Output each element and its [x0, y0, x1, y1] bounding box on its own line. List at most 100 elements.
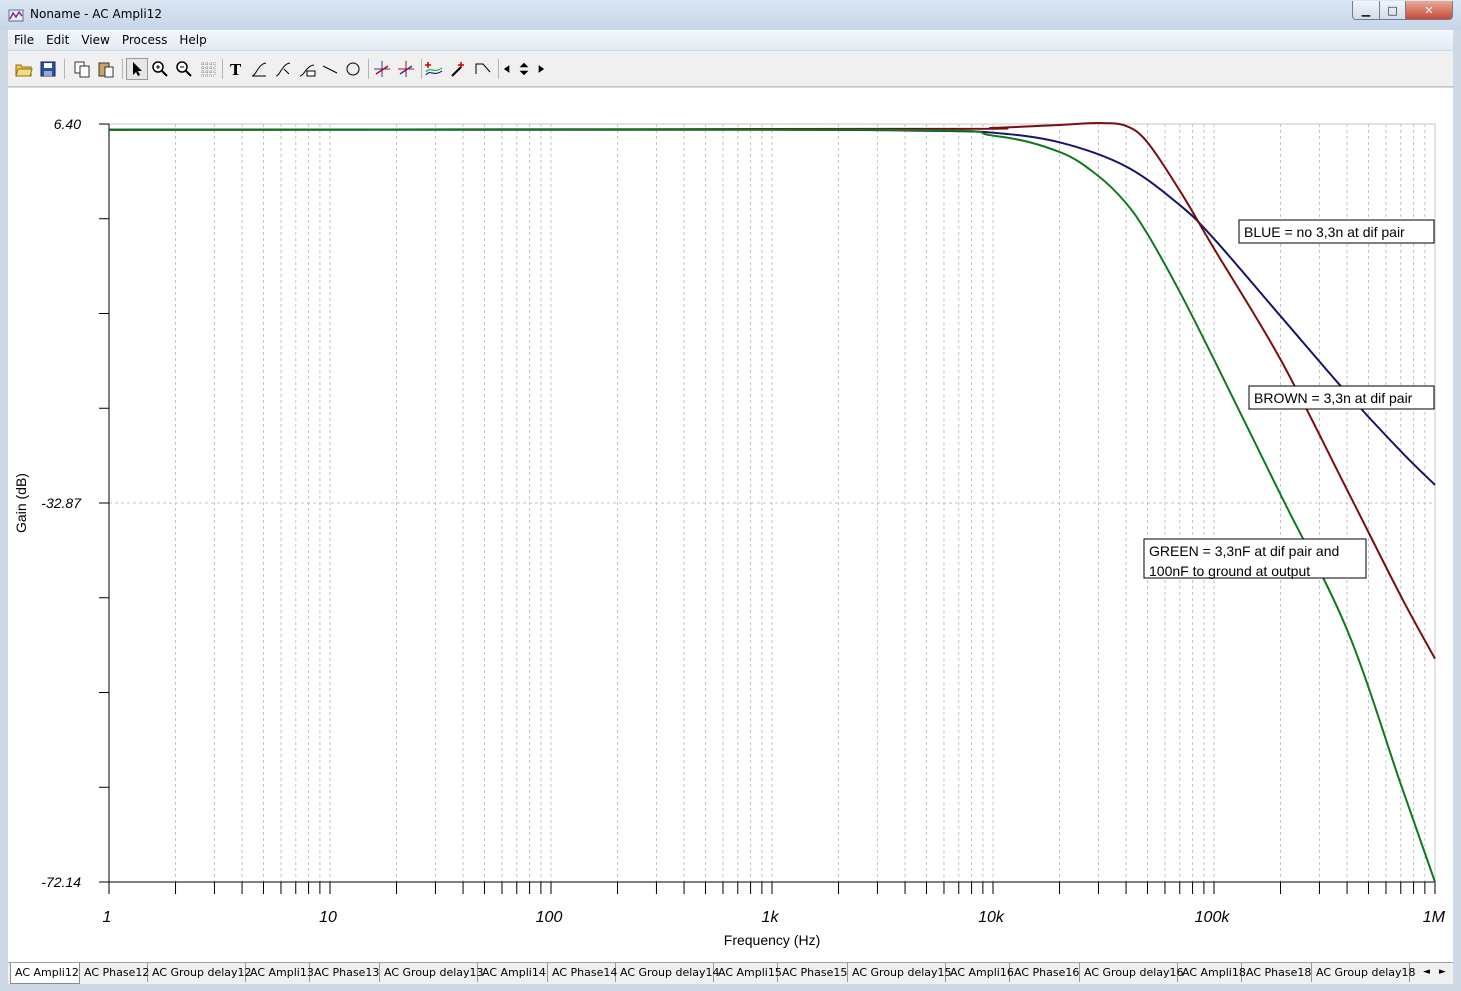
- y-axis-label: Gain (dB): [13, 473, 29, 533]
- cursor-b-button[interactable]: [395, 58, 417, 80]
- title-bar: Noname - AC Ampli12 ▁ □ ✕: [0, 0, 1461, 30]
- x-axis-label: Frequency (Hz): [724, 932, 820, 948]
- sheet-tab[interactable]: AC Ampli12: [10, 963, 80, 984]
- x-tick-label: 100k: [1195, 909, 1231, 926]
- sheet-tab[interactable]: AC Phase13: [310, 963, 380, 982]
- prev-button[interactable]: [500, 58, 514, 80]
- zoom-in-icon: [152, 61, 168, 77]
- paste-button[interactable]: [95, 58, 117, 80]
- curve-label-icon: [275, 62, 291, 77]
- sheet-tab[interactable]: AC Ampli15: [714, 963, 782, 982]
- select-button[interactable]: [126, 58, 148, 80]
- sheet-tab[interactable]: AC Ampli14: [478, 963, 548, 982]
- x-tick-label: 10: [319, 909, 337, 926]
- ellipse-tool-button[interactable]: [342, 58, 364, 80]
- sheet-tab-bar: AC Ampli12 AC Phase12 AC Group delay12 AC A…: [8, 962, 1453, 984]
- ellipse-tool-icon: [346, 62, 360, 76]
- text-tool-button[interactable]: T: [225, 58, 247, 80]
- up-down-icon: [519, 62, 529, 76]
- up-down-button[interactable]: [516, 58, 532, 80]
- curve-tool-icon: [251, 62, 267, 77]
- sheet-tab[interactable]: AC Group delay15: [848, 963, 952, 982]
- grid-button[interactable]: [197, 58, 219, 80]
- cursor-a-button[interactable]: [371, 58, 393, 80]
- annotation-text: GREEN = 3,3nF at dif pair and: [1149, 543, 1339, 559]
- maximize-icon: □: [1387, 3, 1398, 17]
- annotation-box: GREEN = 3,3nF at dif pair and 100nF to g…: [1143, 538, 1367, 579]
- sheet-tab[interactable]: AC Ampli13: [246, 963, 314, 982]
- copy-button[interactable]: [71, 58, 93, 80]
- sheet-tab[interactable]: AC Group delay13: [380, 963, 484, 982]
- zoom-in-button[interactable]: [149, 58, 171, 80]
- x-tick-label: 100: [536, 909, 563, 926]
- sheet-tab[interactable]: AC Phase15: [778, 963, 848, 982]
- select-arrow-icon: [133, 62, 142, 76]
- menu-view[interactable]: View: [75, 33, 115, 47]
- sheet-tab[interactable]: AC Phase18: [1242, 963, 1312, 982]
- sheet-tab[interactable]: AC Ampli16: [946, 963, 1014, 982]
- sheet-tab[interactable]: AC Group delay16: [1080, 963, 1184, 982]
- close-button[interactable]: ✕: [1405, 1, 1453, 20]
- toolbar: T: [8, 51, 1453, 87]
- curve-tool-button[interactable]: [248, 58, 270, 80]
- copy-icon: [74, 61, 90, 78]
- line-tool-button[interactable]: [319, 58, 341, 80]
- sheet-tab[interactable]: AC Phase14: [548, 963, 617, 982]
- annotation-box: BLUE = no 3,3n at dif pair: [1238, 219, 1435, 244]
- annotation-text: BROWN = 3,3n at dif pair: [1254, 390, 1413, 406]
- paste-icon: [98, 62, 114, 78]
- sheet-tab[interactable]: AC Phase12: [80, 963, 149, 982]
- x-tick-label: 1k: [762, 909, 780, 926]
- y-tick-label: 6.40: [54, 116, 81, 132]
- svg-text:T: T: [230, 61, 242, 78]
- window-title: Noname - AC Ampli12: [30, 7, 162, 21]
- plot-area[interactable]: 1 10 100 1k 10k 100k 1M 6.40 -32.87 -72.14 Frequen…: [8, 88, 1453, 962]
- x-tick-label: 1M: [1423, 909, 1446, 926]
- save-icon: [40, 61, 56, 77]
- zoom-out-icon: [176, 61, 192, 77]
- sheet-tab[interactable]: AC Group delay12: [148, 963, 252, 982]
- y-tick-label: -32.87: [41, 495, 82, 511]
- minimize-icon: ▁: [1361, 3, 1371, 17]
- line-tool-icon: [322, 65, 338, 74]
- axis-label-button[interactable]: [296, 58, 318, 80]
- maximize-button[interactable]: □: [1379, 1, 1406, 20]
- app-icon: [8, 9, 24, 22]
- save-button[interactable]: [37, 58, 59, 80]
- menu-file[interactable]: File: [8, 33, 40, 47]
- minimize-button[interactable]: ▁: [1352, 1, 1380, 20]
- curve-label-button[interactable]: [272, 58, 294, 80]
- tab-scroll-left-icon[interactable]: ◄: [1419, 965, 1434, 980]
- x-tick-label: 10k: [978, 909, 1005, 926]
- annotation-text: 100nF to ground at output: [1149, 563, 1310, 579]
- axis-label-icon: [299, 64, 316, 77]
- sheet-tab[interactable]: AC Group delay18: [1312, 963, 1416, 982]
- annotation-box: BROWN = 3,3n at dif pair: [1248, 385, 1435, 410]
- menu-edit[interactable]: Edit: [40, 33, 75, 47]
- zoom-out-button[interactable]: [173, 58, 195, 80]
- grid-icon: [201, 62, 216, 77]
- step-button[interactable]: [472, 58, 494, 80]
- step-icon: [475, 63, 491, 74]
- menu-process[interactable]: Process: [116, 33, 174, 47]
- probe-button[interactable]: [447, 58, 469, 80]
- sheet-tab[interactable]: AC Group delay14: [616, 963, 720, 982]
- cursor-b-icon: [398, 61, 414, 77]
- bode-chart: 1 10 100 1k 10k 100k 1M 6.40 -32.87 -72.14 Frequen…: [13, 116, 1446, 948]
- next-button[interactable]: [534, 58, 548, 80]
- cursor-a-icon: [374, 61, 390, 77]
- add-curves-button[interactable]: [423, 58, 445, 80]
- open-file-icon: [15, 64, 33, 77]
- tab-scroll-right-icon[interactable]: ►: [1435, 965, 1450, 980]
- text-tool-icon: T: [230, 61, 242, 78]
- close-icon: ✕: [1424, 3, 1434, 17]
- menu-help[interactable]: Help: [173, 33, 212, 47]
- next-icon: [538, 65, 545, 73]
- sheet-tab[interactable]: AC Ampli18: [1178, 963, 1246, 982]
- open-file-button[interactable]: [13, 58, 35, 80]
- annotation-text: BLUE = no 3,3n at dif pair: [1244, 224, 1405, 240]
- probe-icon: [451, 62, 464, 77]
- sheet-tab[interactable]: AC Phase16: [1010, 963, 1080, 982]
- prev-icon: [503, 65, 510, 73]
- x-tick-label: 1: [103, 909, 112, 926]
